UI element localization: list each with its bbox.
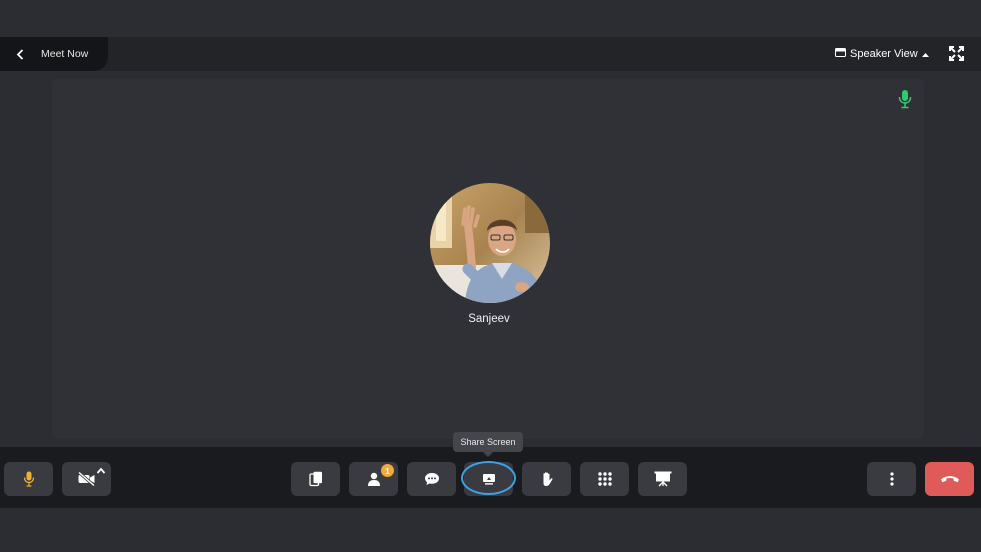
participants-count-badge: 1: [381, 464, 394, 477]
chat-icon: [424, 473, 439, 485]
view-label: Speaker View: [850, 48, 918, 60]
more-options-button[interactable]: [867, 462, 916, 496]
chevron-left-icon[interactable]: [14, 48, 26, 60]
more-vertical-icon: [889, 472, 894, 486]
presentation-icon: [654, 471, 671, 487]
participant-name: Sanjeev: [468, 313, 510, 325]
video-off-icon: [77, 471, 95, 487]
share-screen-tooltip: Share Screen: [453, 432, 523, 452]
person-icon: [367, 472, 380, 486]
copy-icon: [308, 471, 322, 487]
microphone-icon: [23, 471, 34, 487]
microphone-button[interactable]: [4, 462, 53, 496]
mic-active-icon: [897, 89, 913, 109]
hang-up-icon: [940, 476, 959, 483]
participant-avatar: [430, 183, 550, 303]
copy-button[interactable]: [291, 462, 340, 496]
chat-button[interactable]: [407, 462, 456, 496]
grid-icon: [597, 472, 612, 486]
share-screen-button[interactable]: [464, 462, 513, 496]
end-call-button[interactable]: [925, 462, 974, 496]
whiteboard-button[interactable]: [638, 462, 687, 496]
fullscreen-icon[interactable]: [949, 46, 964, 61]
caret-up-icon: [921, 48, 929, 60]
raise-hand-button[interactable]: [522, 462, 571, 496]
back-button[interactable]: Meet Now: [0, 37, 108, 71]
apps-button[interactable]: [580, 462, 629, 496]
hand-icon: [543, 472, 553, 486]
top-bar: [0, 37, 981, 71]
speaker-view-dropdown[interactable]: Speaker View: [835, 46, 929, 62]
camera-options-caret-icon[interactable]: [96, 462, 106, 474]
meeting-title: Meet Now: [41, 48, 89, 60]
share-screen-icon: [482, 474, 495, 485]
layout-icon: [835, 48, 846, 60]
tooltip-arrow: [483, 452, 493, 457]
